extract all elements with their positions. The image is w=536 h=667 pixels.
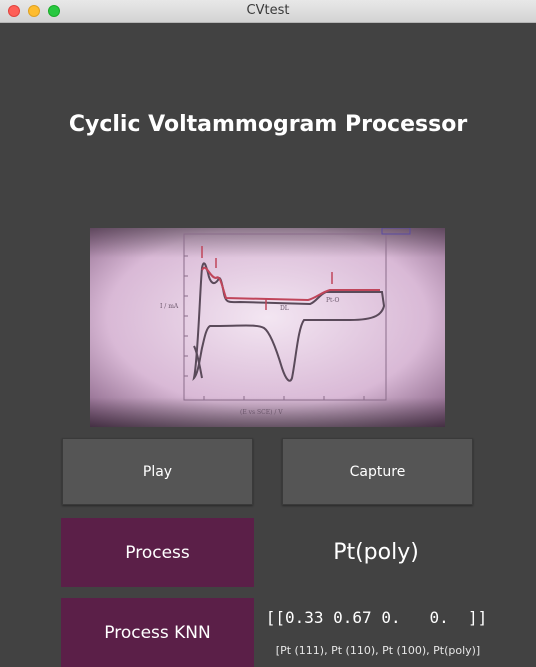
camera-preview: DL Pt-O (E vs SCE) / V I / mA [90,228,445,427]
process-button[interactable]: Process [61,518,254,587]
prediction-result: Pt(poly) [333,540,419,565]
probability-matrix: [[0.33 0.67 0. 0. ]] [265,608,488,627]
svg-text:DL: DL [280,305,289,312]
svg-text:Pt-O: Pt-O [326,297,339,304]
svg-text:(E vs SCE) / V: (E vs SCE) / V [240,409,283,416]
voltammogram-photo: DL Pt-O (E vs SCE) / V I / mA [90,228,445,427]
play-button[interactable]: Play [62,438,253,505]
app-title: Cyclic Voltammogram Processor [68,112,468,137]
window-title: CVtest [246,3,290,18]
capture-button[interactable]: Capture [282,438,473,505]
class-labels: [Pt (111), Pt (110), Pt (100), Pt(poly)] [275,644,481,657]
svg-text:I / mA: I / mA [160,303,179,310]
process-knn-button[interactable]: Process KNN [61,598,254,667]
window-titlebar: CVtest [0,0,536,23]
